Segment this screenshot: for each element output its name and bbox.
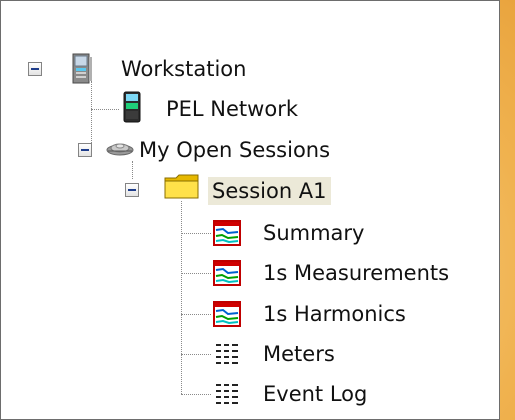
minus-icon [31, 68, 39, 70]
session-tree: Workstation PEL Network My Open Sessions [1, 1, 499, 419]
chart-icon [213, 301, 241, 327]
tree-item-event-log[interactable]: Event Log [259, 380, 371, 408]
minus-icon [81, 149, 89, 151]
tree-item-summary[interactable]: Summary [259, 219, 368, 247]
tree-item-pel-network[interactable]: PEL Network [162, 95, 302, 123]
tree-connector [91, 109, 119, 110]
tree-connector [132, 161, 133, 179]
tree-connector [181, 273, 211, 274]
pel-device-icon [123, 91, 141, 123]
network-sessions-icon [106, 143, 134, 156]
expand-toggle-workstation[interactable] [28, 62, 42, 76]
workstation-icon [72, 53, 92, 84]
expand-toggle-session-a1[interactable] [125, 183, 139, 197]
minus-icon [128, 189, 136, 191]
tree-connector [181, 233, 211, 234]
expand-toggle-my-open-sessions[interactable] [78, 143, 92, 157]
session-tree-panel: Workstation PEL Network My Open Sessions [0, 0, 500, 420]
chart-icon [213, 260, 241, 286]
folder-icon [164, 174, 199, 199]
tree-item-session-a1[interactable]: Session A1 [208, 177, 331, 205]
tree-connector [181, 394, 211, 395]
chart-icon [213, 220, 241, 246]
grid-icon [216, 344, 238, 364]
tree-item-my-open-sessions[interactable]: My Open Sessions [135, 136, 334, 164]
tree-connector [181, 354, 211, 355]
tree-item-workstation[interactable]: Workstation [117, 55, 250, 83]
tree-connector [91, 81, 92, 109]
tree-connector [181, 201, 182, 394]
grid-icon [216, 384, 238, 404]
tree-item-1s-measurements[interactable]: 1s Measurements [259, 259, 453, 287]
tree-connector [91, 109, 92, 143]
tree-item-1s-harmonics[interactable]: 1s Harmonics [259, 300, 410, 328]
tree-item-meters[interactable]: Meters [259, 340, 339, 368]
tree-connector [181, 314, 211, 315]
